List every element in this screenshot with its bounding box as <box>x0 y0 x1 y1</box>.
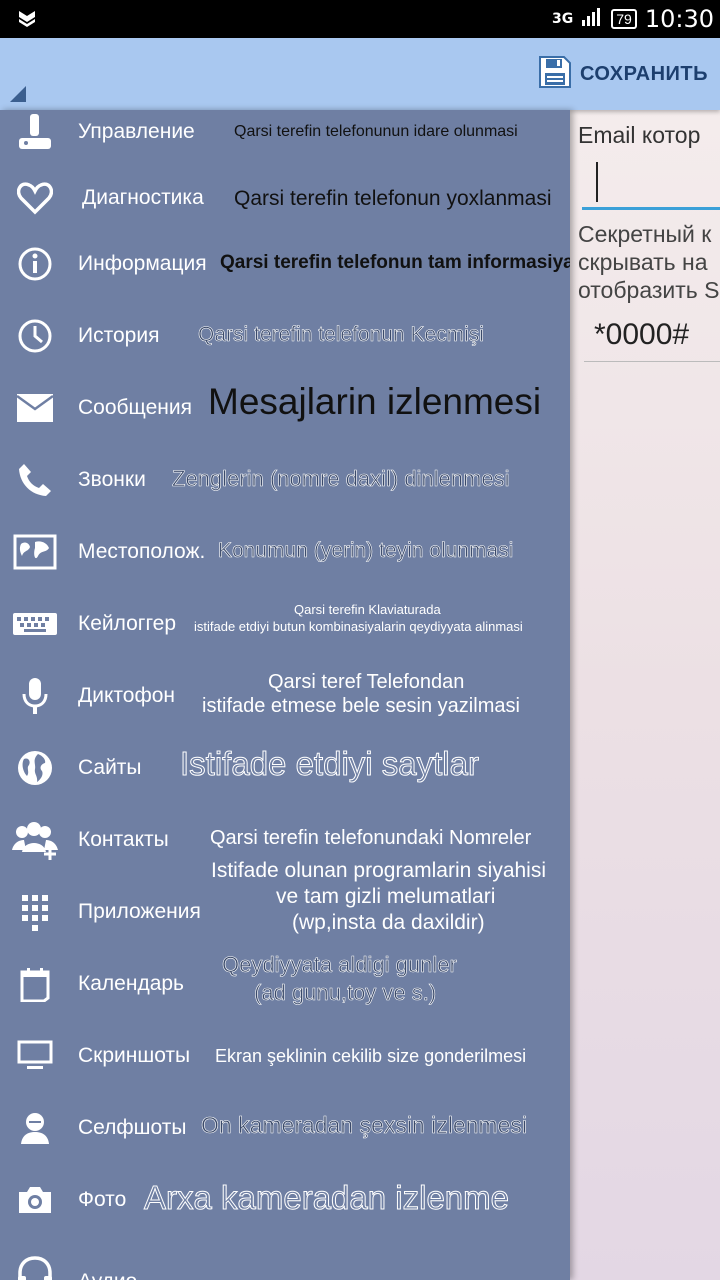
globe-icon <box>12 746 58 790</box>
item-description-line1: Qarsi teref Telefondan <box>268 671 465 693</box>
drawer-item-label: Аудио <box>78 1246 137 1280</box>
apps-grid-icon <box>12 890 58 934</box>
battery-indicator: 79 <box>611 9 637 29</box>
item-description: Arxa kameradan izlenme <box>144 1179 510 1217</box>
signal-icon <box>581 7 603 32</box>
item-description-line3: (wp,insta da daxildir) <box>292 911 485 934</box>
item-description-line2: istifade etdiyi butun kombinasiyalarin q… <box>194 619 523 634</box>
item-description-line2: istifade etmese bele sesin yazilmasi <box>202 695 520 717</box>
settings-content: Email котор Секретный к скрывать на отоб… <box>570 110 720 1280</box>
phone-icon <box>12 458 58 502</box>
drawer-item-label: История <box>78 324 160 347</box>
item-description: Qarsi terefin telefonun yoxlanmasi <box>234 187 552 210</box>
envelope-icon <box>12 386 58 430</box>
drawer-item-label: Диагностика <box>82 186 204 209</box>
secret-code-description: Секретный к скрывать на отобразить S <box>578 221 720 303</box>
drawer-item-label: Календарь <box>78 972 184 995</box>
drawer-item-label: Кейлоггер <box>78 612 177 635</box>
item-description: Ekran şeklinin cekilib size gonderilmesi <box>215 1046 527 1066</box>
email-label: Email котор <box>578 122 701 148</box>
save-button[interactable]: СОХРАНИТЬ <box>538 54 708 94</box>
email-field[interactable] <box>582 158 720 210</box>
drawer-item-label: Контакты <box>78 828 169 851</box>
floppy-disk-icon <box>538 55 572 94</box>
save-label: СОХРАНИТЬ <box>579 62 708 85</box>
drawer-item-audio[interactable]: Аудио <box>0 1236 570 1280</box>
drawer-item-label: Управление <box>78 120 195 143</box>
clock: 10:30 <box>644 5 714 33</box>
drawer-item-label: Сообщения <box>78 396 192 419</box>
camera-icon <box>12 1178 58 1222</box>
item-description: On kameradan şexsin izlenmesi <box>201 1112 528 1139</box>
map-icon <box>12 530 58 574</box>
joystick-icon <box>12 110 58 154</box>
drawer-indicator-icon <box>10 86 26 102</box>
microphone-icon <box>12 674 58 718</box>
network-type: 3G <box>552 11 574 27</box>
item-description-line1: Qeydiyyata aldigi gunler <box>222 952 457 978</box>
status-bar: 3G 79 10:30 <box>0 0 720 38</box>
heart-icon <box>12 176 58 220</box>
item-description: Qarsi terefin telefonun Kecmişi <box>198 323 485 347</box>
info-icon <box>12 242 58 286</box>
contacts-icon <box>12 818 58 862</box>
notification-shield-icon <box>16 8 38 35</box>
calendar-icon <box>12 962 58 1006</box>
drawer-item-label: Сайты <box>78 756 142 779</box>
item-description: Qarsi terefin telefonun tam informasiyas… <box>220 252 570 273</box>
drawer-item-label: Местополож. <box>78 540 206 563</box>
item-description-line1: Qarsi terefin Klaviaturada <box>294 602 441 617</box>
item-description: Mesajlarin izlenmesi <box>208 381 542 422</box>
drawer-item-label: Звонки <box>78 468 146 491</box>
monitor-icon <box>12 1034 58 1078</box>
drawer-item-label: Скриншоты <box>78 1044 191 1067</box>
item-description: Qarsi terefin telefonunun idare olunmasi <box>234 123 518 140</box>
action-bar: СОХРАНИТЬ <box>0 38 720 110</box>
secret-code-field[interactable]: *0000# <box>584 310 720 362</box>
item-description-line2: ve tam gizli melumatlari <box>276 885 496 908</box>
drawer-item-label: Информация <box>78 252 207 275</box>
item-description: Zenglerin (nomre daxil) dinlenmesi <box>172 466 510 492</box>
drawer-item-label: Селфшоты <box>78 1116 187 1139</box>
person-icon <box>12 1106 58 1150</box>
headphones-icon <box>12 1250 58 1280</box>
drawer-item-label: Фото <box>78 1188 127 1211</box>
item-description: Qarsi terefin telefonundaki Nomreler <box>210 827 532 849</box>
drawer-item-label: Диктофон <box>78 684 175 707</box>
item-description-line1: Istifade olunan programlarin siyahisi <box>211 859 547 882</box>
item-description: Konumun (yerin) teyin olunmasi <box>218 539 514 563</box>
item-description-line2: (ad gunu,toy ve s.) <box>254 980 437 1006</box>
clock-icon <box>12 314 58 358</box>
keyboard-icon <box>12 602 58 646</box>
item-description: Istifade etdiyi saytlar <box>180 745 480 783</box>
drawer-item-label: Приложения <box>78 900 201 923</box>
navigation-drawer: Управление Qarsi terefin telefonunun ida… <box>0 110 570 1280</box>
